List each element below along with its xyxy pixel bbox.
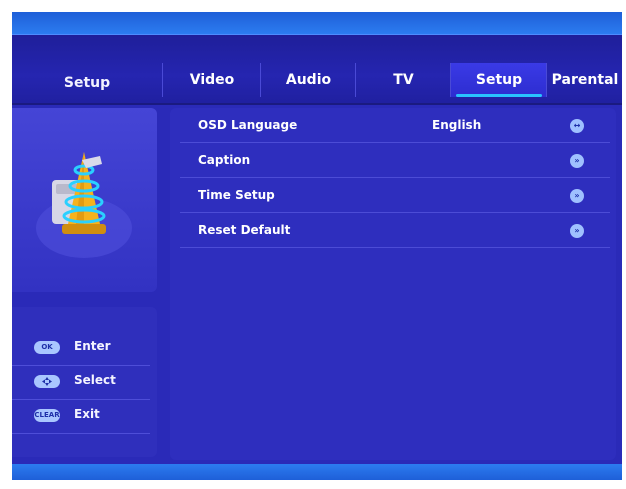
setup-illustration-card (12, 108, 157, 292)
tab-setup-label: Setup (475, 72, 523, 88)
setup-menu-panel: OSD Language English ↔ Caption » Time Se… (170, 108, 616, 460)
reset-default-label: Reset Default (198, 223, 291, 237)
tab-bar: Setup Video Audio TV Setup Parental (12, 34, 622, 105)
setup-tools-icon (36, 152, 132, 258)
osd-language-label: OSD Language (198, 118, 298, 132)
legend-exit: CLEAR Exit (12, 399, 150, 434)
tab-tv[interactable]: TV (355, 63, 451, 97)
tab-setup[interactable]: Setup (450, 63, 547, 97)
clear-key-icon: CLEAR (34, 409, 60, 422)
osd-language-value: English (432, 118, 482, 132)
top-frame-bar (12, 12, 622, 34)
menu-row-osd-language[interactable]: OSD Language English ↔ (180, 108, 610, 143)
tab-video-label: Video (189, 72, 235, 88)
tv-screen: Setup Video Audio TV Setup Parental OK E… (12, 12, 622, 480)
legend-exit-label: Exit (74, 407, 100, 421)
tab-video[interactable]: Video (162, 63, 261, 97)
forward-icon[interactable]: » (570, 154, 584, 168)
key-legend-panel: OK Enter Select CLEAR Exit (12, 307, 157, 457)
menu-row-caption[interactable]: Caption » (180, 143, 610, 178)
tab-tv-label: TV (393, 72, 414, 88)
forward-icon[interactable]: » (570, 189, 584, 203)
tab-parental-label: Parental (551, 72, 619, 88)
legend-enter: OK Enter (12, 331, 150, 366)
tab-parental[interactable]: Parental (546, 63, 622, 97)
forward-icon[interactable]: » (570, 224, 584, 238)
left-right-icon[interactable]: ↔ (570, 119, 584, 133)
legend-select: Select (12, 365, 150, 400)
active-tab-underline (456, 94, 542, 97)
dpad-key-icon (34, 375, 60, 388)
section-title: Setup (63, 75, 111, 91)
menu-row-reset-default[interactable]: Reset Default » (180, 213, 610, 248)
tab-audio[interactable]: Audio (260, 63, 356, 97)
caption-label: Caption (198, 153, 251, 167)
bottom-frame-bar (12, 464, 622, 480)
menu-row-time-setup[interactable]: Time Setup » (180, 178, 610, 213)
legend-enter-label: Enter (74, 339, 111, 353)
time-setup-label: Time Setup (198, 188, 275, 202)
legend-select-label: Select (74, 373, 116, 387)
ok-key-icon: OK (34, 341, 60, 354)
tab-audio-label: Audio (285, 72, 332, 88)
dpad-arrows-icon (42, 377, 52, 386)
